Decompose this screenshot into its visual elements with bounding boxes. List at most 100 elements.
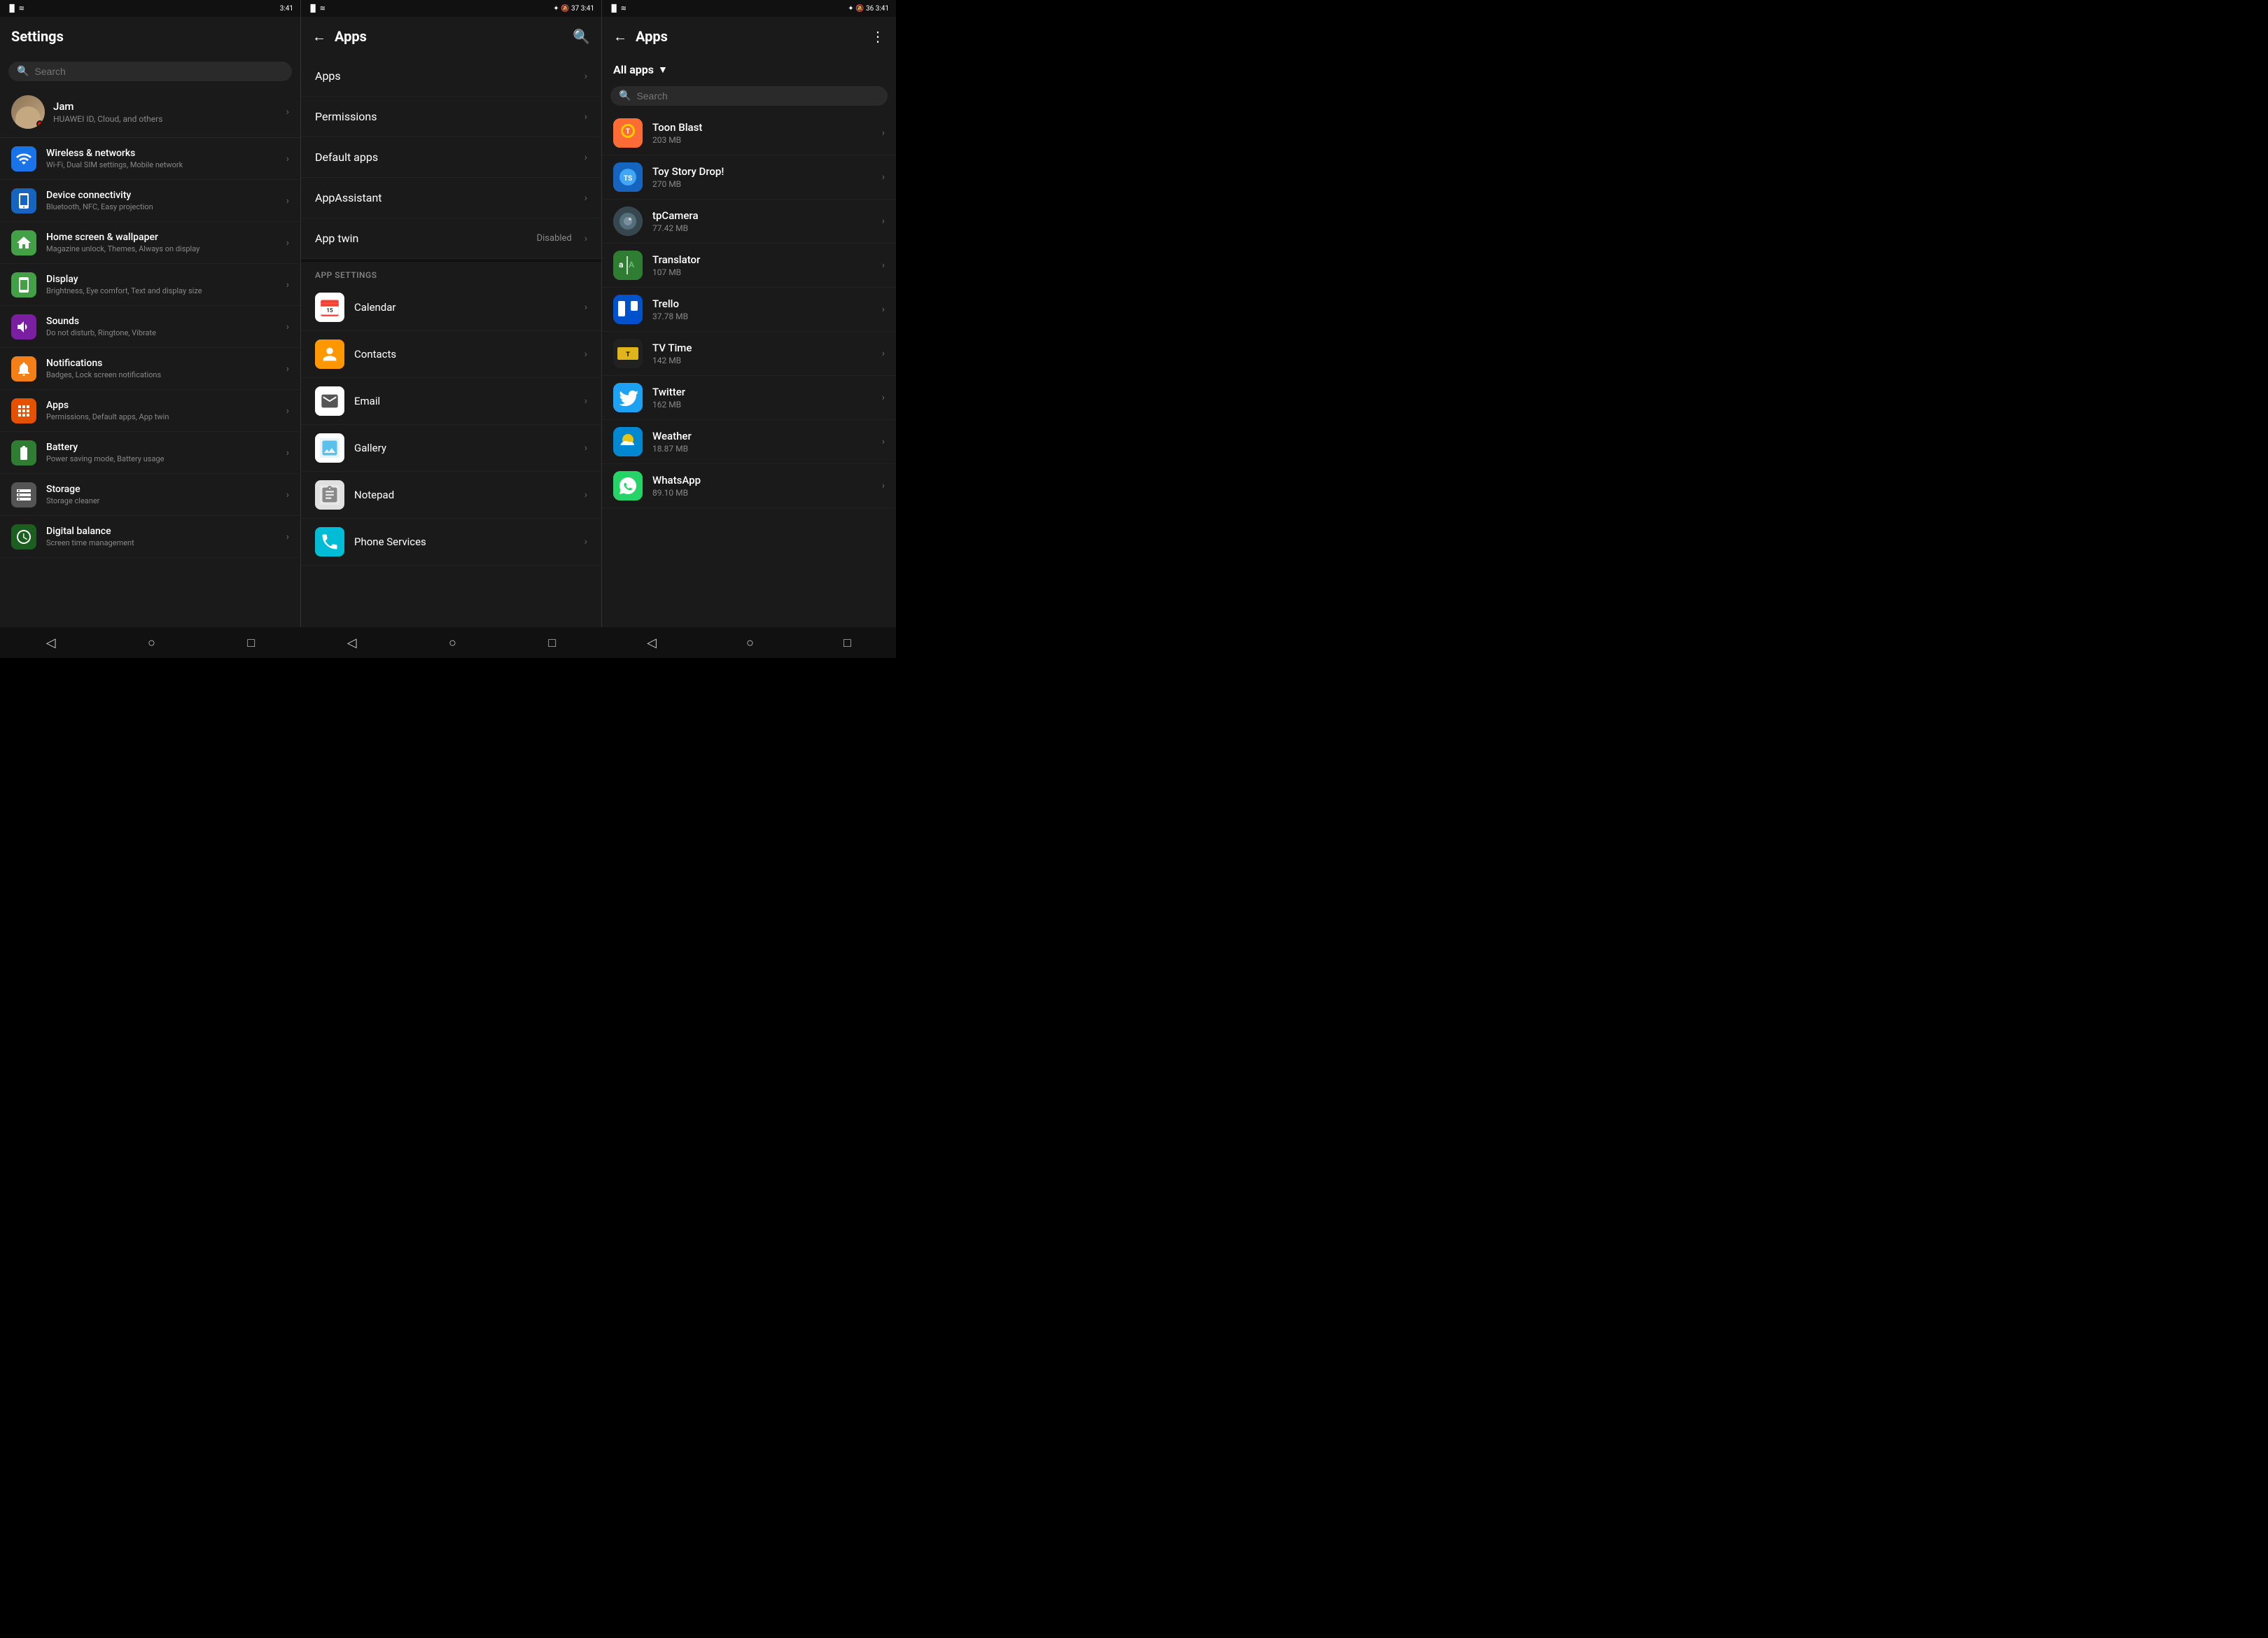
settings-header: Settings [0, 17, 300, 56]
notifications-chevron-icon: › [286, 363, 289, 374]
mid-status-icons: ✦ 🔕 37 3:41 [553, 5, 594, 13]
app-list-item-toon-blast[interactable]: T Toon Blast 203 MB › [602, 111, 896, 155]
app-settings-section-header: APP SETTINGS [301, 262, 601, 284]
app-list-item-whatsapp[interactable]: WhatsApp 89.10 MB › [602, 464, 896, 508]
menu-item-apps[interactable]: Apps › [301, 56, 601, 97]
more-options-button[interactable]: ⋮ [871, 28, 885, 45]
all-apps-filter[interactable]: All apps ▼ [602, 56, 896, 83]
app-item-phone-services[interactable]: Phone Services › [301, 519, 601, 566]
wireless-chevron-icon: › [286, 153, 289, 164]
tv-time-size: 142 MB [652, 356, 872, 365]
left-back-button[interactable]: ◁ [46, 636, 56, 650]
settings-item-homescreen[interactable]: Home screen & wallpaper Magazine unlock,… [0, 222, 300, 264]
app-item-email[interactable]: Email › [301, 378, 601, 425]
weather-name: Weather [652, 430, 872, 442]
translator-icon: aA [613, 251, 643, 280]
menu-item-appassistant[interactable]: AppAssistant › [301, 178, 601, 218]
settings-item-wireless[interactable]: Wireless & networks Wi-Fi, Dual SIM sett… [0, 138, 300, 180]
mid-recents-button[interactable]: □ [548, 636, 556, 650]
right-nav-bar: ◁ ○ □ [602, 627, 896, 658]
default-apps-chevron-icon: › [584, 152, 587, 163]
appassistant-chevron-icon: › [584, 192, 587, 204]
avatar [11, 95, 45, 129]
app-list-item-tv-time[interactable]: T TV Time 142 MB › [602, 332, 896, 376]
notifications-icon [11, 356, 36, 382]
app-list-item-toy-story[interactable]: TS Toy Story Drop! 270 MB › [602, 155, 896, 200]
apps-title: Apps [335, 28, 564, 45]
settings-item-storage[interactable]: Storage Storage cleaner › [0, 474, 300, 516]
notifications-title: Notifications [46, 358, 276, 369]
menu-item-default-apps[interactable]: Default apps › [301, 137, 601, 178]
all-apps-label: All apps [613, 63, 654, 76]
settings-item-notifications[interactable]: Notifications Badges, Lock screen notifi… [0, 348, 300, 390]
mid-back-button[interactable]: ◁ [347, 636, 357, 650]
wireless-title: Wireless & networks [46, 148, 276, 159]
notepad-label: Notepad [354, 489, 575, 501]
left-recents-button[interactable]: □ [247, 636, 255, 650]
whatsapp-chevron-icon: › [882, 480, 885, 491]
apps-subtitle: Permissions, Default apps, App twin [46, 412, 276, 421]
email-label: Email [354, 395, 575, 407]
right-back-button[interactable]: ◁ [647, 636, 657, 650]
settings-item-battery[interactable]: Battery Power saving mode, Battery usage… [0, 432, 300, 474]
apps-list: T Toon Blast 203 MB › TS Toy Story Drop! [602, 111, 896, 627]
right-home-button[interactable]: ○ [746, 636, 754, 650]
homescreen-chevron-icon: › [286, 237, 289, 248]
sounds-subtitle: Do not disturb, Ringtone, Vibrate [46, 328, 276, 337]
app-twin-chevron-icon: › [584, 233, 587, 244]
right-apps-back-button[interactable]: ← [613, 28, 627, 46]
profile-item[interactable]: Jam HUAWEI ID, Cloud, and others › [0, 87, 300, 138]
right-recents-button[interactable]: □ [844, 636, 851, 650]
app-list-item-twitter[interactable]: Twitter 162 MB › [602, 376, 896, 420]
bottom-nav-wrapper: ◁ ○ □ ◁ ○ □ ◁ ○ □ [0, 627, 896, 658]
app-item-gallery[interactable]: Gallery › [301, 425, 601, 472]
apps-search-bar[interactable]: 🔍 [610, 86, 888, 106]
app-item-contacts[interactable]: Contacts › [301, 331, 601, 378]
mid-signal-icon: ▐▌ ≋ [308, 5, 326, 13]
online-indicator [36, 120, 43, 127]
storage-title: Storage [46, 484, 276, 495]
gallery-label: Gallery [354, 442, 575, 454]
menu-item-permissions[interactable]: Permissions › [301, 97, 601, 137]
menu-item-app-twin[interactable]: App twin Disabled › [301, 218, 601, 259]
storage-icon [11, 482, 36, 507]
battery-icon [11, 440, 36, 465]
apps-search-button[interactable]: 🔍 [573, 28, 590, 45]
dropdown-icon: ▼ [658, 64, 668, 76]
mid-nav-bar: ◁ ○ □ [301, 627, 602, 658]
twitter-icon [613, 383, 643, 412]
app-item-notepad[interactable]: Notepad › [301, 472, 601, 519]
app-list-item-trello[interactable]: Trello 37.78 MB › [602, 288, 896, 332]
gallery-app-icon [315, 433, 344, 463]
apps-header: ← Apps 🔍 [301, 17, 601, 56]
calendar-label: Calendar [354, 301, 575, 314]
display-chevron-icon: › [286, 279, 289, 290]
apps-back-button[interactable]: ← [312, 28, 326, 46]
toy-story-size: 270 MB [652, 179, 872, 189]
settings-search-input[interactable] [34, 66, 284, 77]
settings-search-bar[interactable]: 🔍 [8, 62, 292, 81]
settings-item-device[interactable]: Device connectivity Bluetooth, NFC, Easy… [0, 180, 300, 222]
settings-item-sounds[interactable]: Sounds Do not disturb, Ringtone, Vibrate… [0, 306, 300, 348]
notifications-subtitle: Badges, Lock screen notifications [46, 370, 276, 379]
settings-item-apps[interactable]: Apps Permissions, Default apps, App twin… [0, 390, 300, 432]
device-subtitle: Bluetooth, NFC, Easy projection [46, 202, 276, 211]
app-list-item-weather[interactable]: Weather 18.87 MB › [602, 420, 896, 464]
tv-time-icon: T [613, 339, 643, 368]
tv-time-name: TV Time [652, 342, 872, 354]
app-list-item-translator[interactable]: aA Translator 107 MB › [602, 244, 896, 288]
profile-name: Jam [53, 100, 278, 113]
left-home-button[interactable]: ○ [148, 636, 155, 650]
app-list-item-tpcamera[interactable]: tpCamera 77.42 MB › [602, 200, 896, 244]
right-status-icons: ✦ 🔕 36 3:41 [848, 5, 889, 13]
right-apps-header: ← Apps ⋮ [602, 17, 896, 56]
mid-home-button[interactable]: ○ [449, 636, 456, 650]
twitter-name: Twitter [652, 386, 872, 398]
settings-item-display[interactable]: Display Brightness, Eye comfort, Text an… [0, 264, 300, 306]
calendar-chevron-icon: › [584, 302, 587, 313]
settings-item-digital[interactable]: Digital balance Screen time management › [0, 516, 300, 558]
display-icon [11, 272, 36, 298]
apps-search-input[interactable] [636, 90, 879, 102]
app-item-calendar[interactable]: 15 Calendar › [301, 284, 601, 331]
sounds-title: Sounds [46, 316, 276, 327]
